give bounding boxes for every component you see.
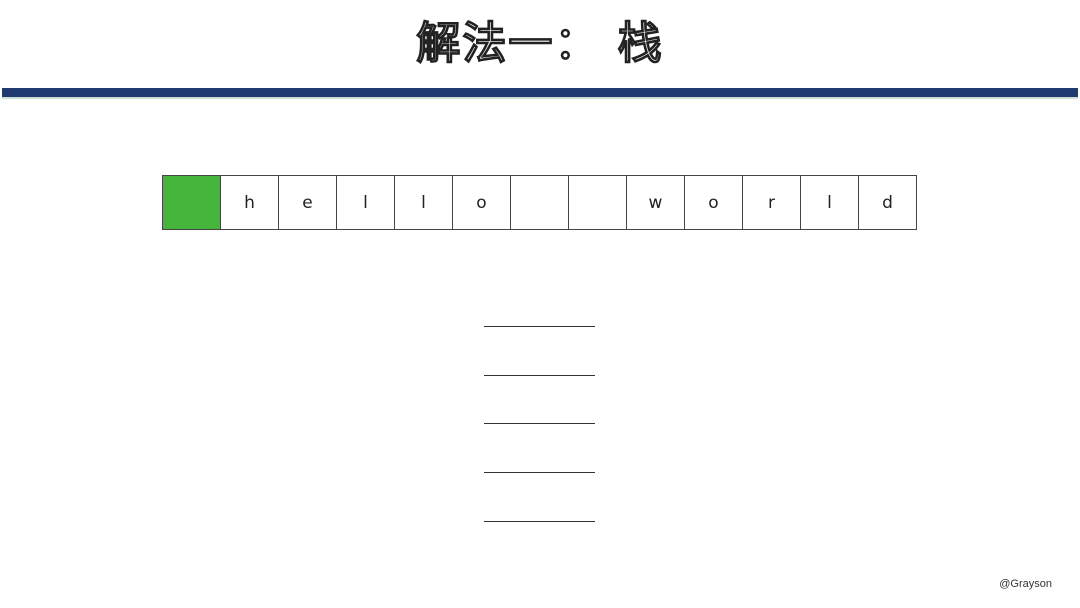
- array-cell-6: [510, 175, 569, 230]
- stack-slot-line: [484, 423, 595, 424]
- array-cell-12: d: [858, 175, 917, 230]
- array-cell-10: r: [742, 175, 801, 230]
- character-array: h e l l o w o r l d: [162, 175, 917, 230]
- slide-title: 解法一： 栈: [416, 17, 664, 69]
- array-cell-3: l: [336, 175, 395, 230]
- author-credit: @Grayson: [999, 578, 1052, 590]
- stack-slot-line: [484, 326, 595, 327]
- array-cell-0-pointer: [162, 175, 221, 230]
- array-cell-4: l: [394, 175, 453, 230]
- array-cell-9: o: [684, 175, 743, 230]
- stack-slot-line: [484, 521, 595, 522]
- stack-slot-line: [484, 472, 595, 473]
- array-cell-11: l: [800, 175, 859, 230]
- array-cell-7: [568, 175, 627, 230]
- array-cell-1: h: [220, 175, 279, 230]
- array-cell-2: e: [278, 175, 337, 230]
- array-cell-8: w: [626, 175, 685, 230]
- stack-slot-line: [484, 375, 595, 376]
- array-cell-5: o: [452, 175, 511, 230]
- title-divider: [2, 88, 1078, 99]
